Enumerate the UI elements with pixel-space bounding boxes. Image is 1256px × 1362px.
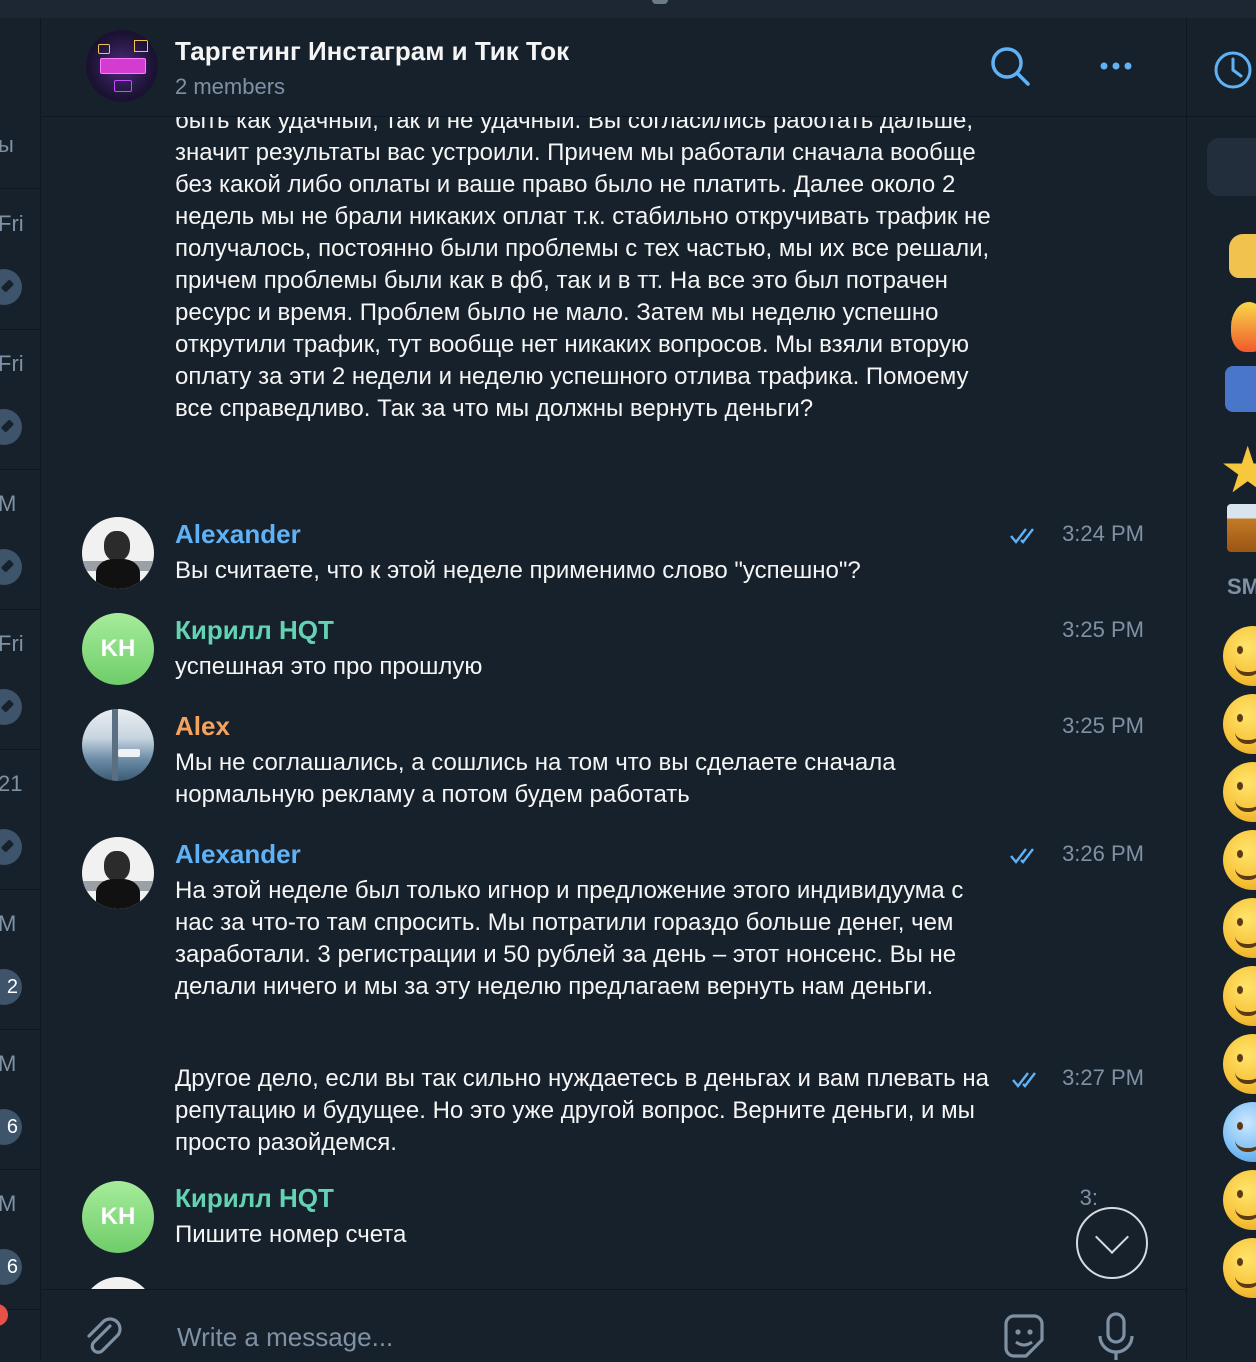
chat-list-item[interactable]: M 6 (0, 1169, 40, 1310)
message-text: быть как удачный, так и не удачный. Вы с… (175, 117, 991, 422)
winking-face-emoji-icon[interactable] (1223, 1238, 1256, 1298)
microphone-icon[interactable] (1092, 1310, 1140, 1362)
avatar-photo-body (96, 559, 140, 589)
chat-list-item-date: ы (0, 132, 14, 158)
avatar-decoration (114, 80, 132, 92)
chat-list-item[interactable]: M (0, 469, 40, 610)
emoji-panel: SM (1186, 18, 1256, 1360)
unread-count-badge: 6 (0, 1249, 22, 1285)
sender-name[interactable]: Кирилл HQT (175, 615, 334, 646)
chat-header: Таргетинг Инстаграм и Тик Ток 2 members (42, 18, 1186, 117)
avatar-decoration (98, 44, 110, 54)
scroll-to-bottom-button[interactable] (1076, 1207, 1148, 1279)
chat-list-item-date: M (0, 911, 16, 937)
chat-list-item[interactable]: Fri (0, 329, 40, 470)
thumbs-up-emoji-icon[interactable] (1229, 234, 1256, 278)
message-time: 3:27 PM (1062, 1065, 1144, 1090)
keycap-four-emoji-icon[interactable] (1225, 366, 1256, 412)
avatar[interactable]: KH (82, 613, 154, 685)
avatar-decoration (134, 40, 148, 52)
message-composer (42, 1289, 1186, 1361)
chat-list-item-date: Fri (0, 351, 24, 376)
avatar-photo-mast (112, 709, 118, 781)
paperclip-icon[interactable] (80, 1314, 128, 1362)
confused-face-emoji-icon[interactable] (1223, 966, 1256, 1026)
chat-list-item[interactable]: ы (0, 18, 40, 189)
chat-list-item[interactable]: Fri (0, 609, 40, 750)
sticker-icon[interactable] (998, 1310, 1050, 1362)
window-handle (652, 0, 668, 4)
double-check-icon (1010, 848, 1034, 864)
double-check-icon (1012, 1072, 1036, 1088)
cold-face-emoji-icon[interactable] (1223, 1102, 1256, 1162)
message-text: Мы не соглашались, а сошлись на том что … (175, 749, 896, 808)
chat-list-item-date: Fri (0, 631, 24, 656)
chat-list-item-date: M (0, 1051, 16, 1077)
message-time: 3: (1079, 1185, 1098, 1210)
chat-title[interactable]: Таргетинг Инстаграм и Тик Ток (175, 36, 569, 67)
tongue-face-emoji-icon[interactable] (1223, 830, 1256, 890)
chat-list-item-date: M (0, 1191, 16, 1217)
message-history[interactable]: быть как удачный, так и не удачный. Вы с… (42, 117, 1186, 1289)
chat-list-item[interactable]: M 6 (0, 1029, 40, 1170)
sender-name[interactable]: Alex (175, 711, 230, 742)
window-top-bar (0, 0, 1256, 18)
message-time: 3:25 PM (1062, 713, 1144, 738)
chat-list-item-date: 21 (0, 771, 23, 796)
pin-icon (0, 269, 22, 305)
whiskey-glass-emoji-icon[interactable] (1227, 504, 1256, 552)
smiling-tear-face-emoji-icon[interactable] (1223, 694, 1256, 754)
sender-name[interactable]: Кирилл HQT (175, 1183, 334, 1214)
avatar[interactable] (82, 837, 154, 909)
search-button[interactable] (986, 42, 1034, 90)
sender-name[interactable]: Alexander (175, 519, 301, 550)
more-options-button[interactable] (1092, 42, 1140, 90)
star-struck-face-emoji-icon[interactable] (1223, 898, 1256, 958)
avatar[interactable]: KH (82, 1181, 154, 1253)
unread-count-badge: 2 (0, 969, 22, 1005)
avatar-photo-boat (118, 749, 140, 757)
search-icon (991, 47, 1030, 86)
group-avatar[interactable] (86, 30, 158, 102)
message-time: 3:25 PM (1062, 617, 1144, 642)
more-horizontal-icon (1100, 62, 1132, 70)
avatar (82, 1277, 154, 1289)
emoji-search-box[interactable] (1207, 138, 1256, 196)
message-text: Вы считаете, что к этой неделе применимо… (175, 557, 861, 584)
pin-icon (0, 829, 22, 865)
message-input[interactable] (175, 1316, 939, 1358)
double-check-icon (1010, 528, 1034, 544)
unread-count-badge: 6 (0, 1109, 22, 1145)
chat-list-strip: ы Fri Fri M Fri 21 M 2 M 6 M 6 (0, 18, 41, 1360)
crying-face-emoji-icon[interactable] (1223, 1034, 1256, 1094)
emoji-section-label: SM (1227, 574, 1256, 599)
avatar-photo-head (104, 851, 130, 881)
pin-icon (0, 409, 22, 445)
pin-icon (0, 549, 22, 585)
message-text: На этой неделе был только игнор и предло… (175, 877, 964, 1000)
pin-icon (0, 689, 22, 725)
sender-name[interactable]: Alexander (175, 839, 301, 870)
grinning-face-emoji-icon[interactable] (1223, 626, 1256, 686)
chat-member-count: 2 members (175, 74, 286, 99)
message-text: Другое дело, если вы так сильно нуждаете… (175, 1065, 989, 1156)
chat-list-item[interactable]: Fri (0, 189, 40, 330)
message-text: Пишите номер счета (175, 1221, 407, 1248)
hand-over-mouth-face-emoji-icon[interactable] (1223, 1170, 1256, 1230)
avatar-photo-body (96, 879, 140, 909)
recent-clock-icon[interactable] (1213, 50, 1253, 90)
avatar-photo-head (104, 531, 130, 561)
chat-list-item-date: Fri (0, 211, 24, 236)
emoji-panel-header (1187, 18, 1256, 117)
avatar[interactable] (82, 517, 154, 589)
chat-list-item[interactable]: M 2 (0, 889, 40, 1030)
message-time: 3:24 PM (1062, 521, 1144, 546)
heart-eyes-face-emoji-icon[interactable] (1223, 762, 1256, 822)
message-time: 3:26 PM (1062, 841, 1144, 866)
chat-list-item-date: M (0, 491, 16, 517)
message-text: успешная это про прошлую (175, 653, 483, 680)
chat-list-item[interactable]: 21 (0, 749, 40, 890)
avatar-logo (100, 58, 146, 74)
avatar[interactable] (82, 709, 154, 781)
